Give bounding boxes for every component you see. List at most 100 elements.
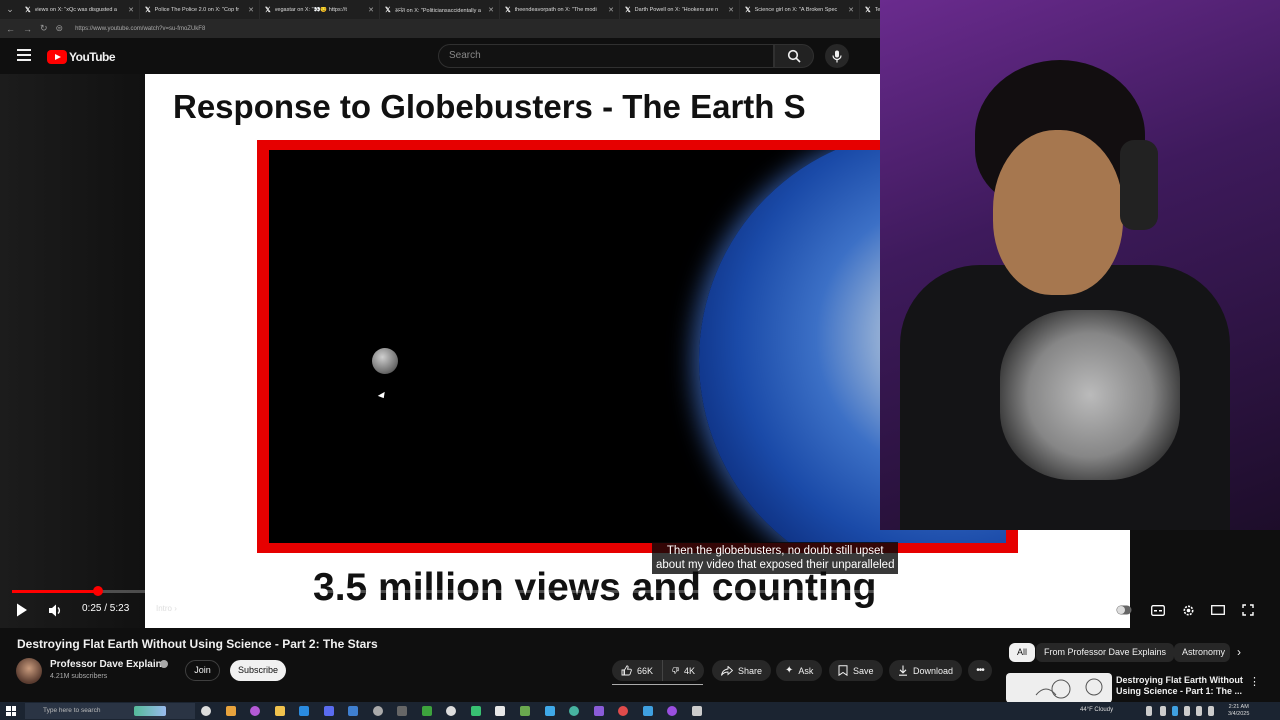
close-tab-icon[interactable]: ✕ bbox=[608, 6, 614, 14]
app-icon[interactable] bbox=[373, 706, 383, 716]
chrome-icon[interactable] bbox=[569, 706, 579, 716]
play-button[interactable] bbox=[12, 600, 32, 620]
app-icon[interactable] bbox=[643, 706, 653, 716]
browser-tab[interactable]: 𝕏theendeavorpath on X: "The modi ✕ bbox=[500, 0, 620, 19]
browser-tab[interactable]: 𝕏 Science girl on X: "A Broken Spec ✕ bbox=[740, 0, 860, 19]
fullscreen-button[interactable] bbox=[1239, 600, 1257, 620]
app-icon[interactable] bbox=[520, 706, 530, 716]
microphone-icon bbox=[832, 50, 842, 62]
chip-all[interactable]: All bbox=[1009, 643, 1036, 662]
verified-badge-icon bbox=[160, 660, 168, 668]
tray-icon[interactable] bbox=[1146, 706, 1152, 716]
close-tab-icon[interactable]: ✕ bbox=[248, 6, 254, 14]
settings-button[interactable] bbox=[1179, 600, 1197, 620]
gear-icon bbox=[1183, 605, 1193, 615]
close-tab-icon[interactable]: ✕ bbox=[368, 6, 374, 14]
reload-icon[interactable]: ↻ bbox=[40, 23, 48, 34]
voice-search-button[interactable] bbox=[825, 44, 849, 68]
app-icon[interactable] bbox=[299, 706, 309, 716]
weather-widget[interactable]: 44°F Cloudy bbox=[1080, 707, 1113, 713]
share-icon bbox=[721, 665, 733, 676]
join-button[interactable]: Join bbox=[185, 660, 220, 681]
taskbar: Type here to search 44°F Cloudy 2:21 AM … bbox=[0, 702, 1280, 720]
mute-button[interactable] bbox=[44, 600, 66, 620]
youtube-logo-icon[interactable] bbox=[47, 50, 67, 64]
windows-start-icon[interactable] bbox=[6, 706, 16, 716]
browser-tab[interactable]: 𝕏 Darth Powell on X: "Hookers are n ✕ bbox=[620, 0, 740, 19]
tab-search-icon[interactable]: ⌄ bbox=[0, 0, 20, 19]
browser-tab[interactable]: 𝕏views on X: "xQc was disgusted a ✕ bbox=[20, 0, 140, 19]
app-icon[interactable] bbox=[348, 706, 358, 716]
discord-icon[interactable] bbox=[324, 706, 334, 716]
search-input[interactable]: Search bbox=[438, 44, 774, 68]
app-icon[interactable] bbox=[250, 706, 260, 716]
time-display: 0:25 / 5:23 bbox=[82, 603, 130, 614]
more-vertical-icon[interactable]: ⋮ bbox=[1249, 675, 1260, 688]
youtube-logo-text[interactable]: YouTube bbox=[69, 50, 116, 64]
browser-tab[interactable]: 𝕏 Police The Police 2.0 on X: "Cop fr ✕ bbox=[140, 0, 260, 19]
download-button[interactable]: Download bbox=[889, 660, 963, 681]
tab-title: अनंत on X: "Politiciansaccidentally a bbox=[394, 7, 481, 14]
close-tab-icon[interactable]: ✕ bbox=[128, 6, 134, 14]
taskbar-search-input[interactable]: Type here to search bbox=[25, 703, 195, 719]
channel-avatar[interactable] bbox=[16, 658, 42, 684]
chevron-right-icon[interactable]: › bbox=[1237, 645, 1241, 659]
app-icon[interactable] bbox=[422, 706, 432, 716]
browser-tab[interactable]: 𝕏vegastar on X: "👀😏 https://t ✕ bbox=[260, 0, 380, 19]
recommendation-title[interactable]: Destroying Flat Earth Without Using Scie… bbox=[1116, 675, 1246, 697]
tray-icon[interactable] bbox=[1160, 706, 1166, 716]
chip-from-channel[interactable]: From Professor Dave Explains bbox=[1036, 643, 1175, 662]
forward-icon[interactable]: → bbox=[23, 24, 32, 34]
close-tab-icon[interactable]: ✕ bbox=[848, 6, 854, 14]
save-button[interactable]: Save bbox=[829, 660, 883, 681]
app-icon[interactable] bbox=[667, 706, 677, 716]
theater-mode-button[interactable] bbox=[1209, 600, 1227, 620]
chip-astronomy[interactable]: Astronomy bbox=[1174, 643, 1230, 662]
app-icon[interactable] bbox=[397, 706, 407, 716]
taskbar-clock[interactable]: 2:21 AM 3/4/2025 bbox=[1228, 704, 1249, 718]
progress-bar[interactable] bbox=[12, 590, 1118, 593]
app-icon[interactable] bbox=[471, 706, 481, 716]
app-icon[interactable] bbox=[594, 706, 604, 716]
app-icon[interactable] bbox=[618, 706, 628, 716]
tray-icon[interactable] bbox=[1172, 706, 1178, 716]
url-field[interactable]: https://www.youtube.com/watch?v=su-fmoZU… bbox=[75, 26, 205, 32]
theater-icon bbox=[1211, 605, 1225, 615]
menu-icon[interactable] bbox=[17, 49, 31, 62]
subscribe-button[interactable]: Subscribe bbox=[230, 660, 286, 681]
more-actions-button[interactable]: ••• bbox=[968, 660, 992, 681]
chapter-button[interactable]: Intro › bbox=[146, 599, 188, 619]
app-icon[interactable] bbox=[545, 706, 555, 716]
close-tab-icon[interactable]: ✕ bbox=[728, 6, 734, 14]
network-icon[interactable] bbox=[1184, 706, 1190, 716]
share-button[interactable]: Share bbox=[712, 660, 772, 681]
steam-icon[interactable] bbox=[692, 706, 702, 716]
back-icon[interactable]: ← bbox=[6, 24, 15, 34]
app-icon[interactable] bbox=[226, 706, 236, 716]
like-button[interactable]: 66K bbox=[612, 660, 662, 681]
x-logo-icon: 𝕏 bbox=[385, 6, 391, 14]
close-tab-icon[interactable]: ✕ bbox=[488, 6, 494, 14]
video-title: Destroying Flat Earth Without Using Scie… bbox=[17, 637, 378, 651]
folder-icon[interactable] bbox=[275, 706, 285, 716]
x-logo-icon: 𝕏 bbox=[625, 6, 631, 14]
share-label: Share bbox=[738, 665, 763, 676]
obs-icon[interactable] bbox=[446, 706, 456, 716]
volume-tray-icon[interactable] bbox=[1196, 706, 1202, 716]
site-info-icon[interactable]: ⊜ bbox=[56, 23, 64, 34]
dislike-button[interactable]: 4K bbox=[662, 660, 704, 681]
tab-title: Police The Police 2.0 on X: "Cop fr bbox=[154, 6, 240, 13]
recommendation-thumbnail[interactable] bbox=[1006, 673, 1112, 703]
autoplay-toggle[interactable] bbox=[1116, 600, 1132, 620]
language-icon[interactable] bbox=[1208, 706, 1214, 716]
ask-button[interactable]: ✦ Ask bbox=[776, 660, 823, 681]
download-label: Download bbox=[913, 665, 954, 676]
app-icon[interactable] bbox=[201, 706, 211, 716]
thumbs-up-icon bbox=[621, 665, 632, 676]
search-button[interactable] bbox=[774, 44, 814, 68]
browser-tab[interactable]: 𝕏 अनंत on X: "Politiciansaccidentally a ✕ bbox=[380, 0, 500, 19]
channel-name[interactable]: Professor Dave Explains bbox=[50, 659, 167, 670]
thumbs-down-icon bbox=[672, 667, 679, 674]
app-icon[interactable] bbox=[495, 706, 505, 716]
captions-button[interactable] bbox=[1149, 600, 1167, 620]
